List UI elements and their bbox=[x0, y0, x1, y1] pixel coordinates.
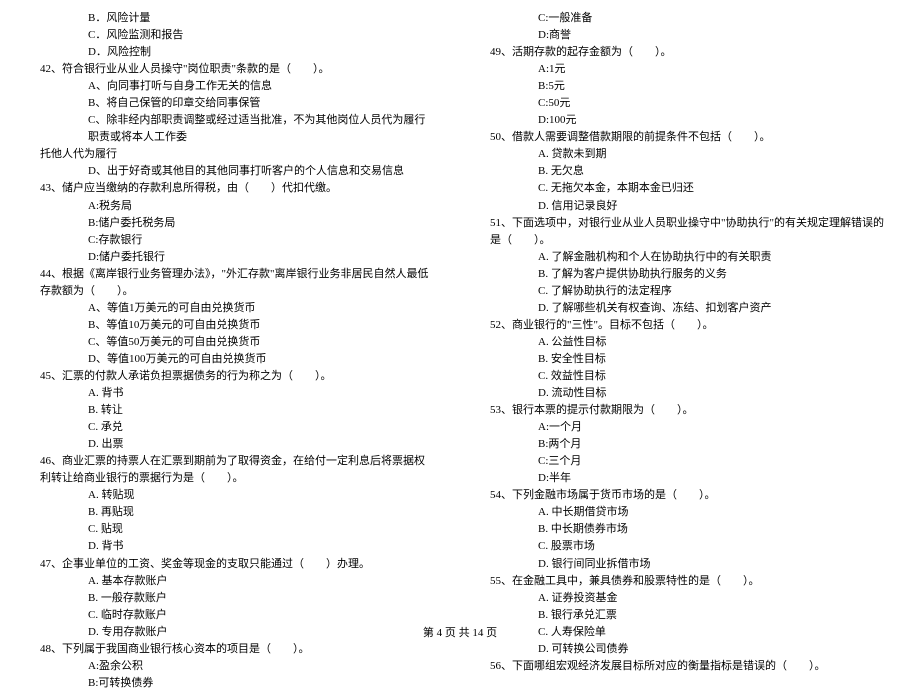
option: D. 信用记录良好 bbox=[490, 198, 885, 215]
option: C. 临时存款账户 bbox=[40, 607, 430, 624]
question-48: 48、下列属于我国商业银行核心资本的项目是（ ）。 bbox=[40, 641, 430, 658]
option: D. 流动性目标 bbox=[490, 385, 885, 402]
question-47: 47、企事业单位的工资、奖金等现金的支取只能通过（ ）办理。 bbox=[40, 556, 430, 573]
option: D:半年 bbox=[490, 470, 885, 487]
option: A、等值1万美元的可自由兑换货币 bbox=[40, 300, 430, 317]
option: A. 证券投资基金 bbox=[490, 590, 885, 607]
question-44: 44、根据《离岸银行业务管理办法》，"外汇存款"离岸银行业务非居民自然人最低存款… bbox=[40, 266, 430, 300]
question-42: 42、符合银行业从业人员操守"岗位职责"条款的是（ ）。 bbox=[40, 61, 430, 78]
option: C:50元 bbox=[490, 95, 885, 112]
right-column: C:一般准备 D:商誉 49、活期存款的起存金额为（ ）。 A:1元 B:5元 … bbox=[460, 10, 920, 692]
option-continuation: 托他人代为履行 bbox=[40, 146, 430, 163]
option: B. 转让 bbox=[40, 402, 430, 419]
question-46: 46、商业汇票的持票人在汇票到期前为了取得资金，在给付一定利息后将票据权利转让给… bbox=[40, 453, 430, 487]
option: C. 贴现 bbox=[40, 521, 430, 538]
option: D:商誉 bbox=[490, 27, 885, 44]
option: B. 了解为客户提供协助执行服务的义务 bbox=[490, 266, 885, 283]
option: D:100元 bbox=[490, 112, 885, 129]
option: C. 承兑 bbox=[40, 419, 430, 436]
option: A. 贷款未到期 bbox=[490, 146, 885, 163]
option: A:一个月 bbox=[490, 419, 885, 436]
question-56: 56、下面哪组宏观经济发展目标所对应的衡量指标是错误的（ ）。 bbox=[490, 658, 885, 675]
question-55: 55、在金融工具中，兼具债券和股票特性的是（ ）。 bbox=[490, 573, 885, 590]
option: A:税务局 bbox=[40, 198, 430, 215]
option: A. 转贴现 bbox=[40, 487, 430, 504]
option: C、等值50万美元的可自由兑换货币 bbox=[40, 334, 430, 351]
option: B. 银行承兑汇票 bbox=[490, 607, 885, 624]
option: C. 效益性目标 bbox=[490, 368, 885, 385]
option: C:一般准备 bbox=[490, 10, 885, 27]
option: B:可转换债券 bbox=[40, 675, 430, 692]
option: D．风险控制 bbox=[40, 44, 430, 61]
option: B. 安全性目标 bbox=[490, 351, 885, 368]
option: A:盈余公积 bbox=[40, 658, 430, 675]
option: D. 背书 bbox=[40, 538, 430, 555]
option: B、将自己保管的印章交给同事保管 bbox=[40, 95, 430, 112]
question-45: 45、汇票的付款人承诺负担票据债务的行为称之为（ ）。 bbox=[40, 368, 430, 385]
option: B:两个月 bbox=[490, 436, 885, 453]
option: A、向同事打听与自身工作无关的信息 bbox=[40, 78, 430, 95]
question-53: 53、银行本票的提示付款期限为（ ）。 bbox=[490, 402, 885, 419]
option: C、除非经内部职责调整或经过适当批准，不为其他岗位人员代为履行职责或将本人工作委 bbox=[40, 112, 430, 146]
left-column: B．风险计量 C．风险监测和报告 D．风险控制 42、符合银行业从业人员操守"岗… bbox=[0, 10, 460, 692]
option: C．风险监测和报告 bbox=[40, 27, 430, 44]
option: A. 中长期借贷市场 bbox=[490, 504, 885, 521]
option: D、等值100万美元的可自由兑换货币 bbox=[40, 351, 430, 368]
option: D:储户委托银行 bbox=[40, 249, 430, 266]
option: B:5元 bbox=[490, 78, 885, 95]
question-52: 52、商业银行的"三性"。目标不包括（ ）。 bbox=[490, 317, 885, 334]
question-51: 51、下面选项中，对银行业从业人员职业操守中"协助执行"的有关规定理解错误的是（… bbox=[490, 215, 885, 249]
option: A. 了解金融机构和个人在协助执行中的有关职责 bbox=[490, 249, 885, 266]
question-43: 43、储户应当缴纳的存款利息所得税，由（ ）代扣代缴。 bbox=[40, 180, 430, 197]
option: B. 一般存款账户 bbox=[40, 590, 430, 607]
option: C:三个月 bbox=[490, 453, 885, 470]
option: B:储户委托税务局 bbox=[40, 215, 430, 232]
question-49: 49、活期存款的起存金额为（ ）。 bbox=[490, 44, 885, 61]
option: C:存款银行 bbox=[40, 232, 430, 249]
option: A. 公益性目标 bbox=[490, 334, 885, 351]
option: A:1元 bbox=[490, 61, 885, 78]
option: A. 基本存款账户 bbox=[40, 573, 430, 590]
question-54: 54、下列金融市场属于货币市场的是（ ）。 bbox=[490, 487, 885, 504]
option: C. 了解协助执行的法定程序 bbox=[490, 283, 885, 300]
option: D、出于好奇或其他目的其他同事打听客户的个人信息和交易信息 bbox=[40, 163, 430, 180]
page-footer: 第 4 页 共 14 页 bbox=[0, 625, 920, 642]
option: B. 再贴现 bbox=[40, 504, 430, 521]
option: C. 无拖欠本金，本期本金已归还 bbox=[490, 180, 885, 197]
option: D. 出票 bbox=[40, 436, 430, 453]
option: B. 无欠息 bbox=[490, 163, 885, 180]
option: B．风险计量 bbox=[40, 10, 430, 27]
option: D. 了解哪些机关有权查询、冻结、扣划客户资产 bbox=[490, 300, 885, 317]
exam-page: B．风险计量 C．风险监测和报告 D．风险控制 42、符合银行业从业人员操守"岗… bbox=[0, 10, 920, 692]
option: D. 银行间同业拆借市场 bbox=[490, 556, 885, 573]
option: B. 中长期债券市场 bbox=[490, 521, 885, 538]
option: B、等值10万美元的可自由兑换货币 bbox=[40, 317, 430, 334]
option: A. 背书 bbox=[40, 385, 430, 402]
option: C. 股票市场 bbox=[490, 538, 885, 555]
question-50: 50、借款人需要调整借款期限的前提条件不包括（ ）。 bbox=[490, 129, 885, 146]
option: D. 可转换公司债券 bbox=[490, 641, 885, 658]
